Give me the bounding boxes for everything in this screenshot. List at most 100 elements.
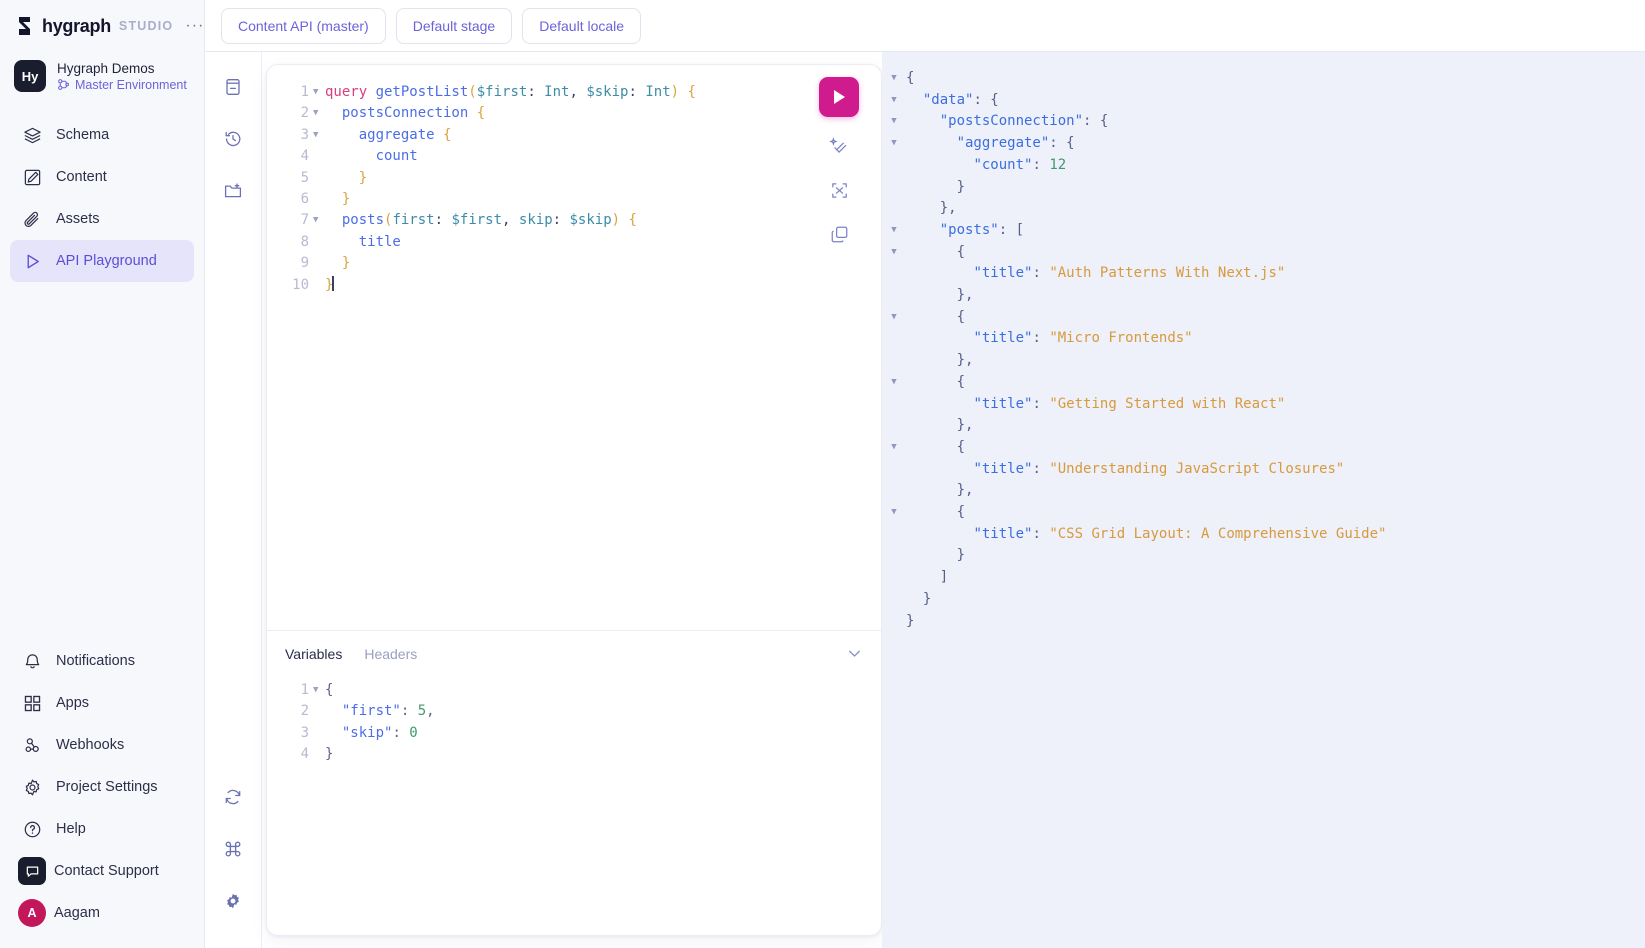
response-source: {: [906, 502, 1645, 524]
code-source: }: [325, 744, 881, 765]
line-number: 1: [300, 682, 309, 698]
fold-toggle-icon[interactable]: ▼: [313, 210, 325, 231]
fold-toggle-icon[interactable]: ▼: [313, 103, 325, 124]
fold-toggle-icon[interactable]: ▼: [882, 242, 906, 264]
code-token: "title": [973, 460, 1033, 477]
code-line: 4 count: [267, 146, 881, 167]
code-token: postsConnection: [341, 105, 469, 122]
fold-toggle-icon[interactable]: ▼: [882, 68, 906, 90]
response-line: },: [882, 350, 1645, 372]
contact-support-button[interactable]: Contact Support: [10, 850, 194, 892]
code-line: 10}: [267, 275, 881, 296]
hygraph-logo-icon: [16, 16, 34, 36]
code-token: :: [392, 724, 410, 741]
code-token: "title": [973, 525, 1033, 542]
response-source: ]: [906, 567, 1645, 589]
code-token: }: [325, 191, 351, 208]
code-token: "data": [922, 91, 974, 108]
sidebar-item-project-settings[interactable]: Project Settings: [10, 766, 194, 808]
chevron-down-icon[interactable]: [846, 645, 863, 662]
fold-toggle-icon[interactable]: ▼: [882, 133, 906, 155]
rail-settings-button[interactable]: [216, 884, 250, 918]
fold-toggle-icon[interactable]: ▼: [313, 82, 325, 103]
code-token: {: [325, 682, 334, 698]
fold-toggle-icon[interactable]: ▼: [313, 680, 325, 701]
response-source: },: [906, 198, 1645, 220]
query-code[interactable]: 1 ▼ query getPostList($first: Int, $skip: …: [267, 65, 881, 296]
variables-code[interactable]: 1 ▼{2 "first": 5, 3 "skip": 0 4}: [267, 674, 881, 766]
prettify-query-button[interactable]: [824, 131, 854, 161]
sidebar-item-label: Schema: [56, 127, 110, 143]
fold-toggle-icon[interactable]: ▼: [882, 502, 906, 524]
response-line: "title": "Getting Started with React": [882, 394, 1645, 416]
rail-docs-button[interactable]: [216, 70, 250, 104]
sidebar-item-api-playground[interactable]: API Playground: [10, 240, 194, 282]
gear-icon: [22, 777, 42, 797]
stage-selector[interactable]: Default stage: [395, 7, 513, 44]
project-environment[interactable]: Master Environment: [57, 78, 187, 92]
app-root: hygraph STUDIO ··· Hy Hygraph Demos Mast…: [0, 0, 1645, 948]
sidebar-item-content[interactable]: Content: [10, 156, 194, 198]
response-line: ▼ {: [882, 307, 1645, 329]
code-token: ]: [906, 569, 949, 586]
sidebar-item-label: Content: [56, 169, 107, 185]
project-switcher[interactable]: Hy Hygraph Demos Master Environment: [0, 52, 204, 106]
fold-toggle-icon[interactable]: ▼: [882, 111, 906, 133]
fold-toggle-icon[interactable]: ▼: [882, 372, 906, 394]
locale-selector[interactable]: Default locale: [522, 7, 642, 44]
rail-history-button[interactable]: [216, 122, 250, 156]
response-pane[interactable]: ▼{▼ "data": {▼ "postsConnection": {▼ "ag…: [882, 52, 1645, 948]
code-source: {: [325, 680, 881, 701]
copy-query-button[interactable]: [824, 219, 854, 249]
response-line: }: [882, 589, 1645, 611]
code-line: 3 "skip": 0: [267, 723, 881, 744]
fold-toggle-icon[interactable]: ▼: [313, 125, 325, 146]
editor-column: 1 ▼ query getPostList($first: Int, $skip: …: [262, 52, 882, 948]
sidebar-item-label: Apps: [56, 695, 90, 711]
fold-toggle-icon[interactable]: ▼: [882, 90, 906, 112]
merge-fragments-button[interactable]: [824, 175, 854, 205]
code-token: "aggregate": [956, 135, 1050, 152]
sidebar-item-help[interactable]: Help: [10, 808, 194, 850]
fold-toggle-icon[interactable]: ▼: [882, 307, 906, 329]
response-source: "title": "Auth Patterns With Next.js": [906, 263, 1645, 285]
sidebar-item-webhooks[interactable]: Webhooks: [10, 724, 194, 766]
code-token: :: [400, 703, 418, 720]
code-token: {: [679, 84, 696, 100]
sidebar-item-label: Webhooks: [56, 737, 125, 753]
sidebar-item-schema[interactable]: Schema: [10, 114, 194, 156]
response-line: ▼ "aggregate": {: [882, 133, 1645, 155]
tab-variables[interactable]: Variables: [285, 646, 342, 662]
code-token: }: [906, 590, 932, 607]
rail-refresh-button[interactable]: [216, 780, 250, 814]
response-source: {: [906, 68, 1645, 90]
code-source: }: [325, 189, 881, 210]
code-line: 1 ▼{: [267, 680, 881, 701]
response-line: },: [882, 198, 1645, 220]
code-token: "first": [341, 703, 401, 720]
code-token: Int: [645, 84, 671, 100]
content-api-selector[interactable]: Content API (master): [221, 7, 386, 44]
code-token: }: [906, 612, 915, 629]
response-line: ▼ {: [882, 437, 1645, 459]
code-token: :: [1032, 460, 1050, 477]
response-line: ▼ "postsConnection": {: [882, 111, 1645, 133]
project-avatar: Hy: [14, 60, 46, 92]
more-options-icon[interactable]: ···: [185, 18, 204, 34]
user-menu[interactable]: A Aagam: [10, 892, 194, 934]
code-token: "title": [973, 395, 1033, 412]
execute-query-button[interactable]: [819, 77, 859, 117]
code-token: $skip: [586, 84, 629, 100]
sidebar-item-notifications[interactable]: Notifications: [10, 640, 194, 682]
rail-shortcuts-button[interactable]: [216, 832, 250, 866]
tab-headers[interactable]: Headers: [364, 646, 417, 662]
response-source: "title": "Getting Started with React": [906, 394, 1645, 416]
sidebar-item-assets[interactable]: Assets: [10, 198, 194, 240]
rail-saved-queries-button[interactable]: [216, 174, 250, 208]
code-token: $first: [451, 212, 503, 229]
query-pane[interactable]: 1 ▼ query getPostList($first: Int, $skip: …: [267, 65, 881, 630]
fold-toggle-icon[interactable]: ▼: [882, 220, 906, 242]
sidebar-item-apps[interactable]: Apps: [10, 682, 194, 724]
fold-toggle-icon[interactable]: ▼: [882, 437, 906, 459]
